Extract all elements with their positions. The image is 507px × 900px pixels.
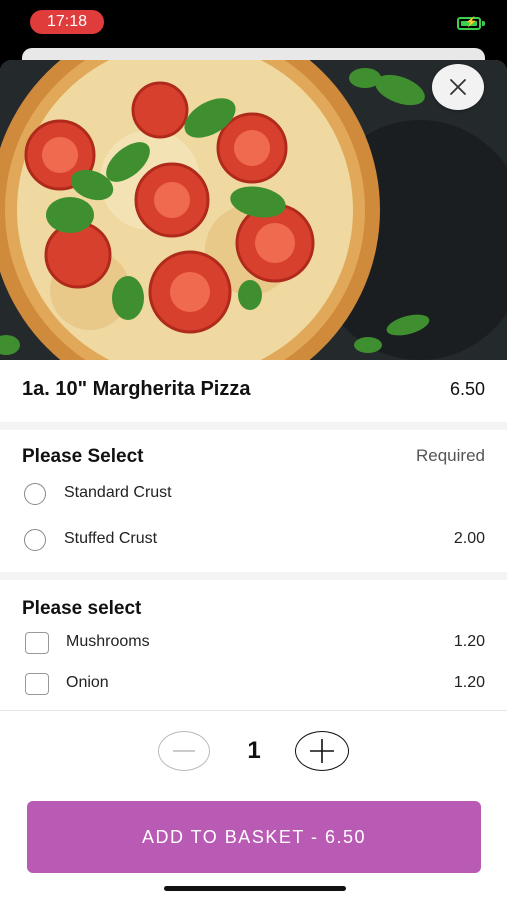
option-label: Mushrooms [66, 633, 150, 650]
option-price: 2.00 [453, 530, 485, 547]
close-button[interactable] [432, 64, 484, 110]
option-onion[interactable]: Onion 1.20 [0, 663, 507, 703]
option-price: 1.20 [453, 674, 485, 691]
option-label: Standard Crust [64, 484, 172, 501]
item-title: 1a. 10" Margherita Pizza [22, 378, 251, 400]
battery-cap [482, 21, 485, 26]
item-detail-sheet: 1a. 10" Margherita Pizza 6.50 Please Sel… [0, 60, 507, 900]
option-stuffed-crust[interactable]: Stuffed Crust 2.00 [0, 519, 507, 559]
increase-quantity-button[interactable] [295, 731, 349, 771]
option-label: Stuffed Crust [64, 530, 158, 547]
home-indicator [164, 886, 346, 891]
radio-button[interactable] [24, 483, 46, 505]
checkbox[interactable] [25, 632, 49, 654]
section-title: Please Select [22, 446, 144, 467]
close-icon [450, 79, 466, 95]
section-title: Please select [22, 598, 142, 619]
option-mushrooms[interactable]: Mushrooms 1.20 [0, 622, 507, 662]
item-header: 1a. 10" Margherita Pizza 6.50 [0, 360, 507, 422]
option-label: Onion [66, 674, 109, 691]
add-to-basket-button[interactable]: ADD TO BASKET - 6.50 [27, 801, 481, 873]
decrease-quantity-button[interactable] [158, 731, 210, 771]
option-price: 1.20 [453, 633, 485, 650]
section-divider [0, 572, 507, 580]
quantity-value: 1 [247, 737, 261, 764]
status-time: 17:18 [30, 10, 104, 34]
divider [0, 710, 507, 711]
radio-button[interactable] [24, 529, 46, 551]
option-standard-crust[interactable]: Standard Crust [0, 473, 507, 513]
item-price: 6.50 [449, 379, 485, 399]
required-badge: Required [416, 446, 485, 465]
minus-icon [173, 750, 195, 752]
plus-icon [310, 739, 334, 763]
pizza-image [0, 60, 507, 360]
section-divider [0, 422, 507, 430]
checkbox[interactable] [25, 673, 49, 695]
status-bar: 17:18 ⚡ [0, 0, 507, 46]
battery-charging-icon: ⚡ [457, 17, 481, 30]
